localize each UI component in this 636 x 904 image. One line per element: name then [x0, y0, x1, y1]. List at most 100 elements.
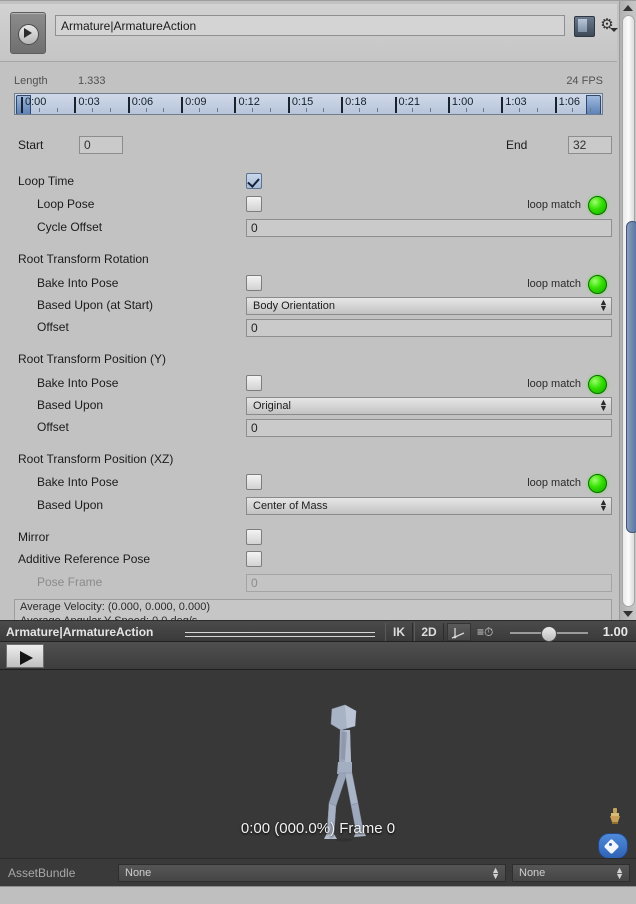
ruler-minor-tick [430, 108, 432, 112]
root-position-y-title: Root Transform Position (Y) [18, 352, 167, 366]
root-position-xz-bake-row: Bake Into Pose loop match [0, 472, 617, 495]
assetbundle-variant-dropdown[interactable]: None ▲ ▼ [512, 864, 630, 882]
cycle-offset-label: Cycle Offset [37, 220, 103, 234]
scrollbar-thumb[interactable] [626, 221, 636, 533]
dropdown-arrows-icon-4: ▲ ▼ [491, 865, 500, 881]
dropdown-arrows-icon-3: ▲ ▼ [599, 497, 608, 513]
inspector-scrollbar[interactable] [619, 1, 636, 620]
speed-slider-knob[interactable] [541, 626, 557, 642]
ruler-minor-tick [56, 108, 58, 112]
loop-match-label-1: loop match [527, 199, 581, 211]
root-position-y-bake-label: Bake Into Pose [37, 376, 119, 390]
ruler-minor-tick [216, 108, 218, 112]
mirror-label: Mirror [18, 530, 50, 544]
root-position-y-basedupon-row: Based Upon Original ▲ ▼ [0, 395, 617, 418]
ruler-minor-tick [519, 108, 521, 112]
root-position-y-basedupon-dropdown[interactable]: Original [246, 397, 612, 415]
loop-pose-checkbox[interactable] [246, 196, 262, 212]
ruler-tick-label: 0:00 [25, 96, 47, 108]
window-footer [0, 886, 636, 904]
ruler-tick [74, 97, 77, 113]
ruler-minor-tick [358, 108, 360, 112]
root-rotation-offset-input[interactable]: 0 [246, 319, 612, 337]
start-label: Start [18, 138, 44, 152]
assetbundle-name-dropdown[interactable]: None ▲ ▼ [118, 864, 506, 882]
scrollbar-track[interactable] [622, 15, 636, 607]
dropdown-arrows-icon-5: ▲ ▼ [615, 865, 624, 881]
dropdown-arrows-icon-1: ▲ ▼ [599, 297, 608, 313]
ruler-tick-label: 1:06 [558, 96, 581, 108]
root-rotation-offset-row: Offset 0 [0, 317, 617, 340]
ruler-minor-tick [305, 108, 307, 112]
ruler-tick-label: 0:18 [345, 96, 367, 108]
ruler-minor-tick [198, 108, 200, 112]
pose-frame-input: 0 [246, 574, 612, 592]
ruler-tick-label: 0:15 [291, 96, 314, 108]
ruler-minor-tick [412, 108, 414, 112]
scroll-down-arrow-icon[interactable] [623, 611, 633, 617]
playback-speed-icon[interactable]: ≡⏱ [477, 625, 493, 640]
ruler-minor-tick [38, 108, 40, 112]
root-position-y-offset-input[interactable]: 0 [246, 419, 612, 437]
dropdown-arrows-icon-2: ▲ ▼ [599, 397, 608, 413]
root-position-xz-basedupon-row: Based Upon Center of Mass ▲ ▼ [0, 495, 617, 518]
loop-time-label: Loop Time [18, 174, 75, 188]
end-input[interactable]: 32 [568, 136, 612, 154]
root-rotation-title: Root Transform Rotation [18, 252, 149, 266]
chevron-down-icon[interactable] [610, 28, 618, 32]
lighting-icon[interactable] [608, 807, 622, 825]
animation-preview-viewport[interactable]: 0:00 (000.0%) Frame 0 [0, 670, 636, 858]
ruler-tick [287, 97, 290, 113]
pose-frame-row: Pose Frame 0 [0, 572, 617, 595]
start-input[interactable]: 0 [79, 136, 123, 154]
ruler-tick-label: 1:03 [505, 96, 527, 108]
tag-icon[interactable] [598, 833, 628, 858]
2d-toggle-button[interactable]: 2D [414, 623, 444, 641]
preview-toolbar: Armature|ArmatureAction IK 2D ≡⏱ 1.00 [0, 620, 636, 642]
root-rotation-basedupon-dropdown[interactable]: Body Orientation [246, 297, 612, 315]
length-value: 1.333 [78, 75, 106, 87]
ruler-minor-tick [270, 108, 272, 112]
asset-header: Armature|ArmatureAction ⚙ [0, 4, 618, 62]
ruler-tick [394, 97, 397, 113]
play-button[interactable] [6, 644, 44, 668]
pivot-axis-icon[interactable] [447, 623, 471, 641]
scroll-up-arrow-icon[interactable] [623, 5, 633, 11]
preview-playbar [0, 642, 636, 670]
ruler-minor-tick [323, 108, 325, 112]
clip-info-line-1: Average Velocity: (0.000, 0.000, 0.000) [20, 601, 210, 613]
root-rotation-bake-checkbox[interactable] [246, 275, 262, 291]
clip-name-field[interactable]: Armature|ArmatureAction [55, 15, 565, 36]
mirror-checkbox[interactable] [246, 529, 262, 545]
unity-inspector-window: Armature|ArmatureAction ⚙ Length 1.333 2… [0, 0, 636, 904]
ruler-tick-label: 0:21 [398, 96, 420, 108]
ik-toggle-button[interactable]: IK [385, 623, 413, 641]
root-rotation-bake-row: Bake Into Pose loop match [0, 273, 617, 296]
loop-pose-label: Loop Pose [37, 197, 95, 211]
root-position-y-header: Root Transform Position (Y) [0, 349, 617, 372]
root-position-xz-bake-checkbox[interactable] [246, 474, 262, 490]
speed-value: 1.00 [602, 624, 628, 639]
root-position-xz-basedupon-dropdown[interactable]: Center of Mass [246, 497, 612, 515]
root-position-xz-header: Root Transform Position (XZ) [0, 449, 617, 472]
root-rotation-bake-label: Bake Into Pose [37, 276, 119, 290]
additive-reference-pose-checkbox[interactable] [246, 551, 262, 567]
ruler-tick [21, 97, 23, 113]
timeline-ruler[interactable]: 0:00 0:03 0:06 0:09 0:12 0:15 0:18 0:21 1:00 1:03… [14, 93, 603, 115]
ruler-minor-tick [590, 108, 592, 112]
cycle-offset-input[interactable]: 0 [246, 219, 612, 237]
end-label: End [506, 138, 528, 152]
preset-icon[interactable] [574, 16, 595, 37]
range-end-handle[interactable] [586, 95, 601, 114]
ruler-minor-tick [92, 108, 94, 112]
ruler-minor-tick [376, 108, 378, 112]
additive-reference-pose-row: Additive Reference Pose [0, 549, 617, 572]
loop-match-label-2: loop match [527, 278, 581, 290]
ruler-tick-label: 0:12 [238, 96, 260, 108]
loop-match-led-3 [588, 375, 607, 394]
ruler-minor-tick [145, 108, 147, 112]
loop-match-label-3: loop match [527, 378, 581, 390]
loop-time-checkbox[interactable] [246, 173, 262, 189]
root-position-y-bake-checkbox[interactable] [246, 375, 262, 391]
animation-clip-icon [10, 12, 46, 54]
